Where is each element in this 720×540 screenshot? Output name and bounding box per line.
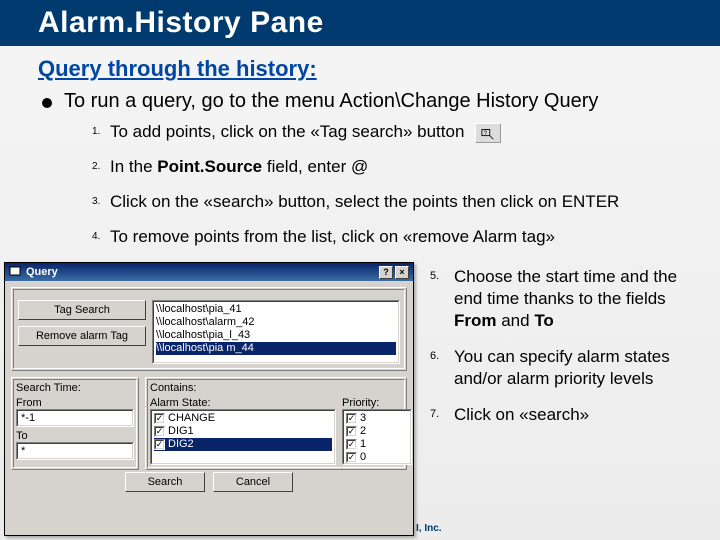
dialog-body: Tag Search Remove alarm Tag \\localhost\…	[5, 281, 413, 498]
tags-groupbox: Tag Search Remove alarm Tag \\localhost\…	[11, 287, 407, 371]
step-text: Click on the «search» button, select the…	[110, 191, 720, 214]
state-item[interactable]: ✓DIG1	[154, 425, 332, 438]
step-num: 1.	[92, 121, 110, 137]
app-icon	[9, 266, 23, 278]
to-field[interactable]: *	[16, 442, 134, 460]
priority-item[interactable]: ✓2	[346, 425, 408, 438]
footer-text: I, Inc.	[416, 523, 442, 534]
search-time-panel: Search Time: From *-1 To *	[11, 377, 139, 470]
step-5: 5. Choose the start time and the end tim…	[430, 266, 702, 332]
priority-item[interactable]: ✓1	[346, 438, 408, 451]
help-button[interactable]: ?	[379, 266, 393, 279]
alarm-state-list[interactable]: ✓CHANGE ✓DIG1 ✓DIG2	[150, 409, 336, 465]
step-2: 2. In the Point.Source field, enter @	[92, 156, 720, 179]
priority-item[interactable]: ✓3	[346, 412, 408, 425]
alarm-state-label: Alarm State:	[150, 397, 336, 409]
tag-search-button[interactable]: Tag Search	[18, 300, 146, 320]
to-label: To	[16, 430, 134, 442]
from-label: From	[16, 397, 134, 409]
step-1: 1. To add points, click on the «Tag sear…	[92, 121, 720, 144]
lead-text: To run a query, go to the menu Action\Ch…	[64, 90, 598, 113]
bullet-disc	[42, 98, 52, 108]
close-button[interactable]: ×	[395, 266, 409, 279]
step-text: Choose the start time and the end time t…	[454, 266, 702, 332]
list-item[interactable]: \\localhost\pia_41	[156, 303, 396, 316]
remove-alarm-tag-button[interactable]: Remove alarm Tag	[18, 326, 146, 346]
slide: Alarm.History Pane Query through the his…	[0, 0, 720, 540]
dialog-title: Query	[26, 266, 58, 278]
steps-right: 5. Choose the start time and the end tim…	[430, 266, 702, 441]
step-num: 5.	[430, 266, 454, 282]
state-item[interactable]: ✓DIG2	[154, 438, 332, 451]
step-text: To add points, click on the «Tag search»…	[110, 121, 720, 144]
list-item[interactable]: \\localhost\pia_l_43	[156, 329, 396, 342]
subtitle: Query through the history:	[38, 56, 720, 82]
search-time-label: Search Time:	[16, 382, 134, 394]
tag-listbox[interactable]: \\localhost\pia_41 \\localhost\alarm_42 …	[152, 300, 400, 364]
step-num: 7.	[430, 404, 454, 420]
filters-row: Search Time: From *-1 To * Contains: Ala…	[11, 377, 407, 470]
step-6: 6. You can specify alarm states and/or a…	[430, 346, 702, 390]
query-dialog: Query ? × Tag Search Remove alarm Tag \\…	[4, 262, 414, 536]
lead-bullet: To run a query, go to the menu Action\Ch…	[42, 90, 720, 113]
cancel-button[interactable]: Cancel	[213, 472, 293, 492]
step-1-text: To add points, click on the «Tag search»…	[110, 122, 464, 141]
step-text: To remove points from the list, click on…	[110, 226, 720, 249]
step-4: 4. To remove points from the list, click…	[92, 226, 720, 249]
step-7: 7. Click on «search»	[430, 404, 702, 426]
page-title: Alarm.History Pane	[38, 6, 720, 40]
state-item[interactable]: ✓CHANGE	[154, 412, 332, 425]
priority-item[interactable]: ✓0	[346, 451, 408, 464]
step-3: 3. Click on the «search» button, select …	[92, 191, 720, 214]
search-button[interactable]: Search	[125, 472, 205, 492]
list-item[interactable]: \\localhost\alarm_42	[156, 316, 396, 329]
steps-top: 1. To add points, click on the «Tag sear…	[92, 121, 720, 249]
step-text: You can specify alarm states and/or alar…	[454, 346, 702, 390]
step-num: 6.	[430, 346, 454, 362]
title-bar: Alarm.History Pane	[0, 0, 720, 46]
contains-label: Contains:	[150, 382, 402, 394]
step-num: 4.	[92, 226, 110, 242]
svg-text:?: ?	[484, 129, 488, 136]
tag-search-icon-inline: ?	[475, 123, 501, 143]
step-num: 3.	[92, 191, 110, 207]
step-text: Click on «search»	[454, 404, 702, 426]
list-item[interactable]: \\localhost\pia m_44	[156, 342, 396, 355]
from-field[interactable]: *-1	[16, 409, 134, 427]
lower-area: Query ? × Tag Search Remove alarm Tag \\…	[0, 256, 720, 540]
priority-label: Priority:	[342, 397, 402, 409]
dialog-titlebar[interactable]: Query ? ×	[5, 263, 413, 281]
priority-list[interactable]: ✓3 ✓2 ✓1 ✓0	[342, 409, 412, 465]
contains-panel: Contains: Alarm State: ✓CHANGE ✓DIG1 ✓DI…	[145, 377, 407, 470]
step-num: 2.	[92, 156, 110, 172]
dialog-buttons: Search Cancel	[11, 472, 407, 492]
step-text: In the Point.Source field, enter @	[110, 156, 720, 179]
